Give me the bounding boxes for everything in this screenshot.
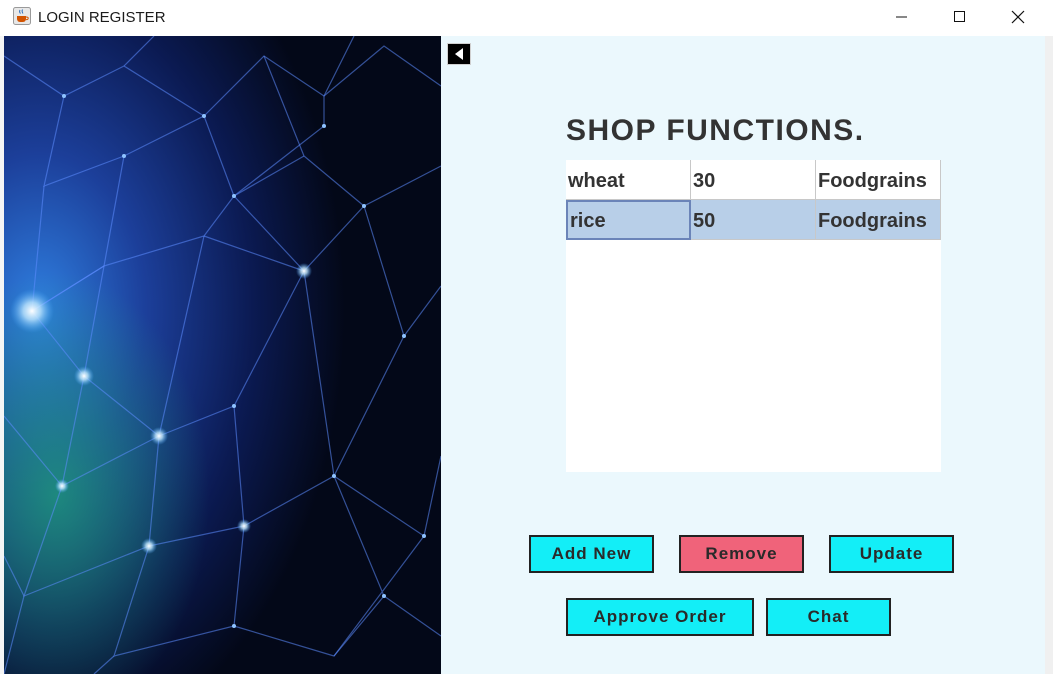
update-button[interactable]: Update bbox=[829, 535, 954, 573]
close-button[interactable] bbox=[988, 0, 1046, 34]
chat-button[interactable]: Chat bbox=[766, 598, 891, 636]
maximize-button[interactable] bbox=[930, 0, 988, 34]
table-cell-category[interactable]: Foodgrains bbox=[816, 160, 941, 200]
window-right-edge bbox=[1045, 36, 1053, 674]
remove-button[interactable]: Remove bbox=[679, 535, 804, 573]
table-cell-category[interactable]: Foodgrains bbox=[816, 200, 941, 240]
back-arrow-icon bbox=[455, 48, 463, 60]
window-title: LOGIN REGISTER bbox=[38, 9, 166, 26]
table-row-selected[interactable]: rice 50 Foodgrains bbox=[566, 200, 941, 240]
page-title: SHOP FUNCTIONS. bbox=[566, 114, 865, 147]
table-cell-name[interactable]: rice bbox=[566, 200, 691, 240]
table-cell-quantity[interactable]: 30 bbox=[691, 160, 816, 200]
network-background-image bbox=[4, 36, 441, 674]
close-icon bbox=[1011, 10, 1025, 24]
shop-panel: SHOP FUNCTIONS. wheat 30 Foodgrains rice… bbox=[441, 36, 1045, 674]
back-button[interactable] bbox=[447, 43, 471, 65]
table-row[interactable]: wheat 30 Foodgrains bbox=[566, 160, 941, 200]
minimize-icon bbox=[896, 16, 907, 18]
approve-order-button[interactable]: Approve Order bbox=[566, 598, 754, 636]
table-cell-name[interactable]: wheat bbox=[566, 160, 691, 200]
maximize-icon bbox=[954, 11, 965, 22]
add-new-button[interactable]: Add New bbox=[529, 535, 654, 573]
table-cell-quantity[interactable]: 50 bbox=[691, 200, 816, 240]
java-cup-icon bbox=[13, 7, 31, 25]
title-bar: LOGIN REGISTER bbox=[0, 0, 1053, 36]
items-table[interactable]: wheat 30 Foodgrains rice 50 Foodgrains bbox=[566, 160, 941, 472]
minimize-button[interactable] bbox=[872, 0, 930, 34]
